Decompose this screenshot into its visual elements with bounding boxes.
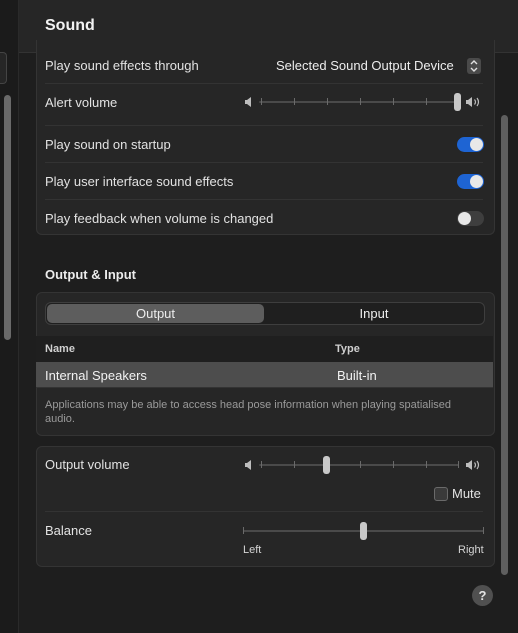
up-down-chevron-icon[interactable] [467, 58, 481, 74]
speaker-low-icon [244, 459, 254, 474]
alert-volume-label: Alert volume [45, 95, 118, 110]
slider-track [259, 101, 459, 103]
speaker-low-icon [244, 96, 254, 111]
divider [45, 125, 483, 126]
slider-tick [458, 461, 459, 468]
speaker-high-icon [465, 96, 483, 111]
balance-label: Balance [45, 523, 92, 538]
mute-checkbox[interactable] [434, 487, 448, 501]
balance-right-label: Right [458, 544, 484, 556]
balance-slider[interactable] [243, 521, 484, 541]
tab-output[interactable]: Output [47, 306, 264, 321]
divider [45, 162, 483, 163]
sidebar-edge-tab [0, 52, 7, 84]
device-type-cell: Built-in [337, 368, 377, 383]
slider-tick [483, 527, 484, 534]
balance-thumb[interactable] [360, 522, 367, 540]
slider-tick [294, 461, 295, 468]
divider [45, 83, 483, 84]
slider-tick [360, 98, 361, 105]
toggle-knob [470, 175, 483, 188]
volume-feedback-label: Play feedback when volume is changed [45, 211, 274, 226]
device-name-cell: Internal Speakers [45, 368, 147, 383]
sound-effects-output-label: Play sound effects through [45, 58, 199, 73]
main-scrollbar[interactable] [501, 115, 508, 575]
balance-left-label: Left [243, 544, 262, 556]
volume-feedback-toggle[interactable] [457, 211, 484, 226]
output-input-segmented-control[interactable]: Output Input [45, 302, 485, 325]
divider [45, 199, 483, 200]
table-header [36, 336, 493, 363]
tab-input[interactable]: Input [265, 306, 483, 321]
alert-volume-thumb[interactable] [454, 93, 461, 111]
startup-sound-toggle[interactable] [457, 137, 484, 152]
sound-output-device-select[interactable]: Selected Sound Output Device [276, 58, 454, 73]
toggle-knob [470, 138, 483, 151]
ui-sounds-label: Play user interface sound effects [45, 174, 234, 189]
slider-tick [327, 98, 328, 105]
sidebar-scrollbar[interactable] [4, 95, 11, 340]
startup-sound-label: Play sound on startup [45, 137, 171, 152]
slider-tick [243, 527, 244, 534]
head-pose-note: Applications may be able to access head … [45, 399, 452, 425]
divider [45, 511, 483, 512]
ui-sounds-toggle[interactable] [457, 174, 484, 189]
slider-tick [426, 461, 427, 468]
slider-tick [426, 98, 427, 105]
output-input-section-title: Output & Input [45, 267, 136, 282]
help-button[interactable]: ? [472, 585, 493, 606]
output-volume-slider[interactable] [259, 455, 459, 475]
slider-tick [393, 98, 394, 105]
slider-tick [294, 98, 295, 105]
mute-label: Mute [452, 486, 481, 501]
slider-tick [261, 98, 262, 105]
divider [36, 387, 493, 388]
alert-volume-slider[interactable] [259, 92, 461, 112]
page-title: Sound [45, 17, 95, 34]
slider-tick [261, 461, 262, 468]
speaker-high-icon [465, 459, 483, 474]
output-volume-label: Output volume [45, 457, 130, 472]
toggle-knob [458, 212, 471, 225]
slider-track [259, 464, 459, 466]
column-header-name[interactable]: Name [45, 343, 75, 355]
output-volume-thumb[interactable] [323, 456, 331, 474]
column-header-type[interactable]: Type [335, 343, 360, 355]
slider-tick [360, 461, 361, 468]
slider-tick [393, 461, 394, 468]
